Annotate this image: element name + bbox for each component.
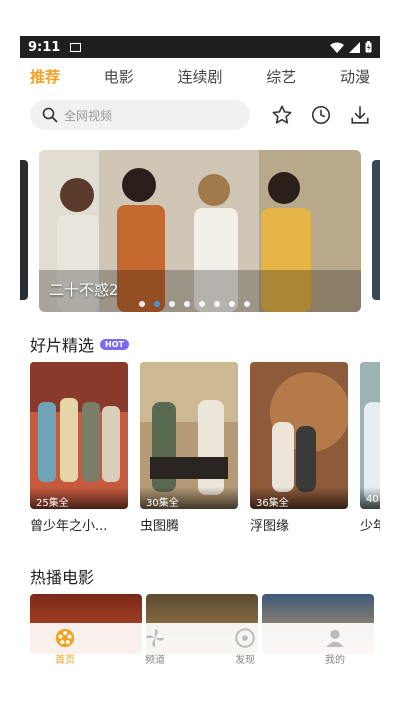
banner-prev-peek[interactable] <box>20 160 28 300</box>
status-bar: 9:11 <box>20 36 380 58</box>
history-button[interactable] <box>309 103 333 127</box>
episode-count: 25集全 <box>30 487 128 509</box>
category-tabs: 推荐 电影 连续剧 综艺 动漫 <box>20 58 380 94</box>
card-title: 虫图腾 <box>140 519 180 534</box>
nav-discover[interactable]: 发现 <box>215 627 275 666</box>
pinwheel-icon <box>145 628 165 648</box>
poster-image: 40 <box>360 362 380 509</box>
banner-title: 二十不惑2 <box>49 281 119 299</box>
movies-section-title: 热播电影 <box>30 564 94 588</box>
nav-home[interactable]: 首页 <box>35 627 95 666</box>
user-icon <box>326 629 344 648</box>
image-notification-icon <box>70 42 82 52</box>
search-icon <box>42 107 58 123</box>
carousel-dot[interactable] <box>139 301 145 307</box>
card-title: 少年 <box>360 519 380 534</box>
hot-badge: HOT <box>100 338 129 350</box>
tab-series[interactable]: 连续剧 <box>175 62 224 91</box>
featured-title: 好片精选 <box>30 336 95 355</box>
carousel-dot[interactable] <box>229 301 235 307</box>
featured-list: 25集全 曾少年之小... 30集全 虫图腾 36集全 浮图缘 40 少年 <box>30 362 380 542</box>
signal-icon <box>349 41 360 53</box>
carousel-dot[interactable] <box>169 301 175 307</box>
carousel-dot[interactable] <box>214 301 220 307</box>
search-placeholder: 全网视频 <box>64 108 113 123</box>
banner-carousel[interactable]: 二十不惑2 <box>20 150 380 312</box>
banner-slide[interactable]: 二十不惑2 <box>39 150 361 312</box>
tab-movies[interactable]: 电影 <box>102 62 136 91</box>
nav-label: 发现 <box>235 655 255 666</box>
featured-card[interactable]: 36集全 浮图缘 <box>250 362 348 534</box>
carousel-dot-active[interactable] <box>154 301 160 307</box>
carousel-dot[interactable] <box>199 301 205 307</box>
featured-card[interactable]: 25集全 曾少年之小... <box>30 362 128 534</box>
movies-title: 热播电影 <box>30 568 95 587</box>
app-content: 推荐 电影 连续剧 综艺 动漫 全网视频 二十不惑2 好片精选 HOT 25集全… <box>20 58 380 711</box>
nav-profile[interactable]: 我的 <box>305 627 365 666</box>
episode-count: 36集全 <box>250 487 348 509</box>
status-time: 9:11 <box>28 39 61 55</box>
download-button[interactable] <box>348 103 372 127</box>
featured-card[interactable]: 40 少年 <box>360 362 380 534</box>
wifi-icon <box>330 42 344 53</box>
search-row: 全网视频 <box>20 100 380 130</box>
compass-icon <box>235 628 255 648</box>
download-icon <box>351 105 369 124</box>
tab-variety[interactable]: 综艺 <box>264 62 298 91</box>
tab-anime[interactable]: 动漫 <box>338 62 372 91</box>
star-icon <box>272 105 292 124</box>
film-reel-icon <box>55 628 75 648</box>
poster-image: 36集全 <box>250 362 348 509</box>
poster-image: 25集全 <box>30 362 128 509</box>
clock-icon <box>311 105 331 125</box>
card-title: 曾少年之小... <box>30 519 108 534</box>
featured-card[interactable]: 30集全 虫图腾 <box>140 362 238 534</box>
search-input[interactable]: 全网视频 <box>30 100 250 130</box>
card-title: 浮图缘 <box>250 519 290 534</box>
nav-label: 频道 <box>145 655 165 666</box>
bottom-nav: 首页 频道 发现 我的 <box>20 623 380 679</box>
tab-recommend[interactable]: 推荐 <box>28 62 62 91</box>
outer-frame <box>0 0 400 36</box>
featured-section-title: 好片精选 HOT <box>30 332 129 356</box>
episode-count: 30集全 <box>140 487 238 509</box>
carousel-dots <box>139 301 250 307</box>
poster-image: 30集全 <box>140 362 238 509</box>
episode-count: 40 <box>360 487 380 509</box>
battery-icon <box>365 41 372 53</box>
nav-channels[interactable]: 频道 <box>125 627 185 666</box>
status-icons <box>330 41 372 53</box>
carousel-dot[interactable] <box>244 301 250 307</box>
banner-next-peek[interactable] <box>372 160 380 300</box>
favorite-button[interactable] <box>270 103 294 127</box>
screen: 9:11 推荐 电影 连续剧 综艺 动漫 全网视频 二十不惑2 好片精选 HOT… <box>0 0 400 711</box>
nav-label: 我的 <box>325 655 345 666</box>
nav-label: 首页 <box>55 655 75 666</box>
carousel-dot[interactable] <box>184 301 190 307</box>
